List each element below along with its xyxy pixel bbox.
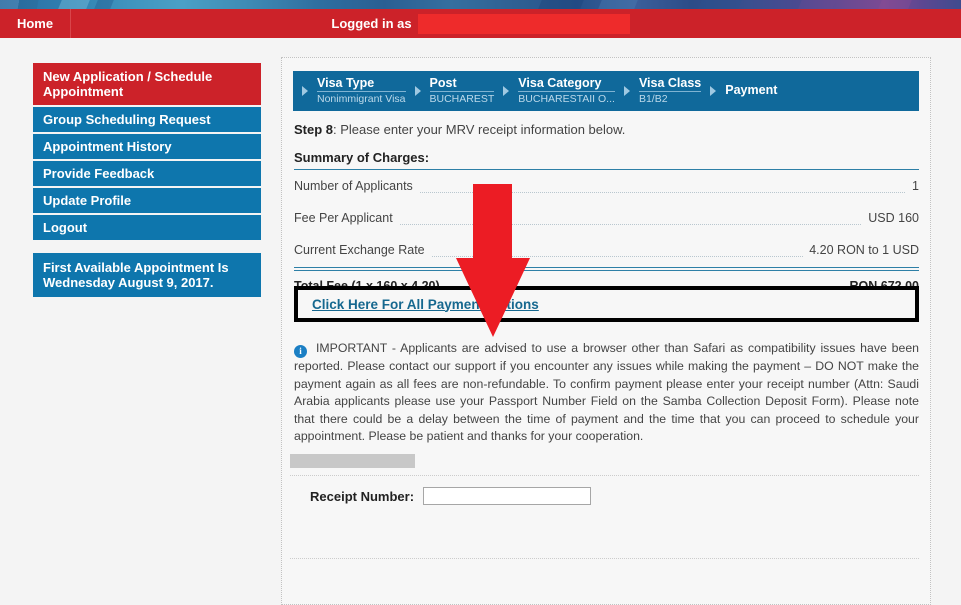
- nav-home-label: Home: [16, 16, 54, 31]
- logged-in-label: Logged in as: [331, 16, 412, 31]
- receipt-number-field-group: Receipt Number:: [310, 487, 592, 505]
- breadcrumb-step-value: BUCHARESTAII O...: [518, 93, 615, 106]
- sidebar-item-label: Update Profile: [43, 193, 132, 208]
- breadcrumb-step-value: B1/B2: [638, 93, 668, 106]
- top-navigation-bar: Logged in as Home: [0, 9, 961, 38]
- site-banner-image: [0, 0, 961, 9]
- breadcrumb-step-title: Payment: [725, 82, 778, 97]
- chevron-right-icon: [623, 86, 630, 96]
- first-available-appointment-text: First Available Appointment Is Wednesday…: [43, 260, 229, 290]
- chevron-right-icon: [414, 86, 421, 96]
- step-number-label: Step 8: [294, 122, 334, 137]
- step-instruction: Step 8: Please enter your MRV receipt in…: [294, 122, 625, 137]
- receipt-number-label: Receipt Number:: [310, 488, 415, 504]
- breadcrumb-step-visa-class[interactable]: Visa Class B1/B2: [615, 71, 702, 111]
- sidebar-item-provide-feedback[interactable]: Provide Feedback: [33, 161, 261, 186]
- sidebar-item-label: Group Scheduling Request: [43, 112, 211, 127]
- logged-in-username-redacted: [417, 13, 630, 34]
- breadcrumb-step-payment[interactable]: Payment: [701, 71, 777, 111]
- first-available-appointment-notice: First Available Appointment Is Wednesday…: [33, 253, 261, 297]
- logged-in-status: Logged in as: [0, 9, 961, 38]
- chevron-right-icon: [302, 86, 308, 96]
- sidebar-item-appointment-history[interactable]: Appointment History: [33, 134, 261, 159]
- charge-value: 1: [906, 179, 919, 193]
- charge-label: Number of Applicants: [294, 179, 419, 193]
- sidebar-item-label: Logout: [43, 220, 88, 235]
- breadcrumb-step-visa-category[interactable]: Visa Category BUCHARESTAII O...: [494, 71, 615, 111]
- table-row: Current Exchange Rate 4.20 RON to 1 USD: [294, 234, 919, 266]
- charge-label: Current Exchange Rate: [294, 243, 431, 257]
- important-notice-text: IMPORTANT - Applicants are advised to us…: [294, 341, 919, 444]
- nav-home-button[interactable]: Home: [0, 9, 71, 38]
- sidebar-item-new-application[interactable]: New Application / Schedule Appointment: [33, 63, 261, 105]
- sidebar-menu: New Application / Schedule Appointment G…: [33, 63, 261, 242]
- breadcrumb-step-title: Visa Category: [518, 76, 615, 93]
- section-divider: [290, 558, 919, 559]
- charge-value: USD 160: [862, 211, 919, 225]
- charge-value: 4.20 RON to 1 USD: [803, 243, 919, 257]
- summary-of-charges-heading: Summary of Charges:: [294, 150, 430, 165]
- breadcrumb-step-title: Visa Type: [317, 76, 406, 93]
- all-payment-options-link[interactable]: Click Here For All Payment Options: [312, 297, 539, 312]
- info-icon: i: [294, 345, 307, 358]
- payment-options-highlight-box: Click Here For All Payment Options: [294, 286, 919, 322]
- sidebar-item-label: Appointment History: [43, 139, 172, 154]
- main-content-panel: Visa Type Nonimmigrant Visa Post BUCHARE…: [281, 57, 931, 605]
- page-body: New Application / Schedule Appointment G…: [0, 38, 961, 605]
- section-divider: [290, 475, 919, 476]
- sidebar-item-label: Provide Feedback: [43, 166, 155, 181]
- redacted-label-block: [290, 454, 415, 468]
- receipt-number-input[interactable]: [423, 487, 592, 505]
- breadcrumb-step-title: Post: [429, 76, 495, 93]
- breadcrumb-step-title: Visa Class: [638, 76, 702, 93]
- breadcrumb: Visa Type Nonimmigrant Visa Post BUCHARE…: [293, 71, 919, 111]
- breadcrumb-step-visa-type[interactable]: Visa Type Nonimmigrant Visa: [293, 71, 406, 111]
- important-notice: i IMPORTANT - Applicants are advised to u…: [294, 340, 919, 446]
- sidebar-item-update-profile[interactable]: Update Profile: [33, 188, 261, 213]
- sidebar-item-label: New Application / Schedule Appointment: [43, 69, 213, 99]
- charges-table: Number of Applicants 1 Fee Per Applicant…: [294, 169, 919, 302]
- breadcrumb-step-post[interactable]: Post BUCHAREST: [406, 71, 495, 111]
- breadcrumb-step-value: BUCHAREST: [429, 93, 495, 106]
- chevron-right-icon: [710, 86, 717, 96]
- step-instruction-text: : Please enter your MRV receipt informat…: [333, 122, 626, 137]
- table-row: Number of Applicants 1: [294, 170, 919, 202]
- sidebar-item-group-scheduling[interactable]: Group Scheduling Request: [33, 107, 261, 132]
- chevron-right-icon: [503, 86, 510, 96]
- sidebar-item-logout[interactable]: Logout: [33, 215, 261, 240]
- breadcrumb-step-value: Nonimmigrant Visa: [317, 93, 406, 106]
- charge-label: Fee Per Applicant: [294, 211, 399, 225]
- table-row: Fee Per Applicant USD 160: [294, 202, 919, 234]
